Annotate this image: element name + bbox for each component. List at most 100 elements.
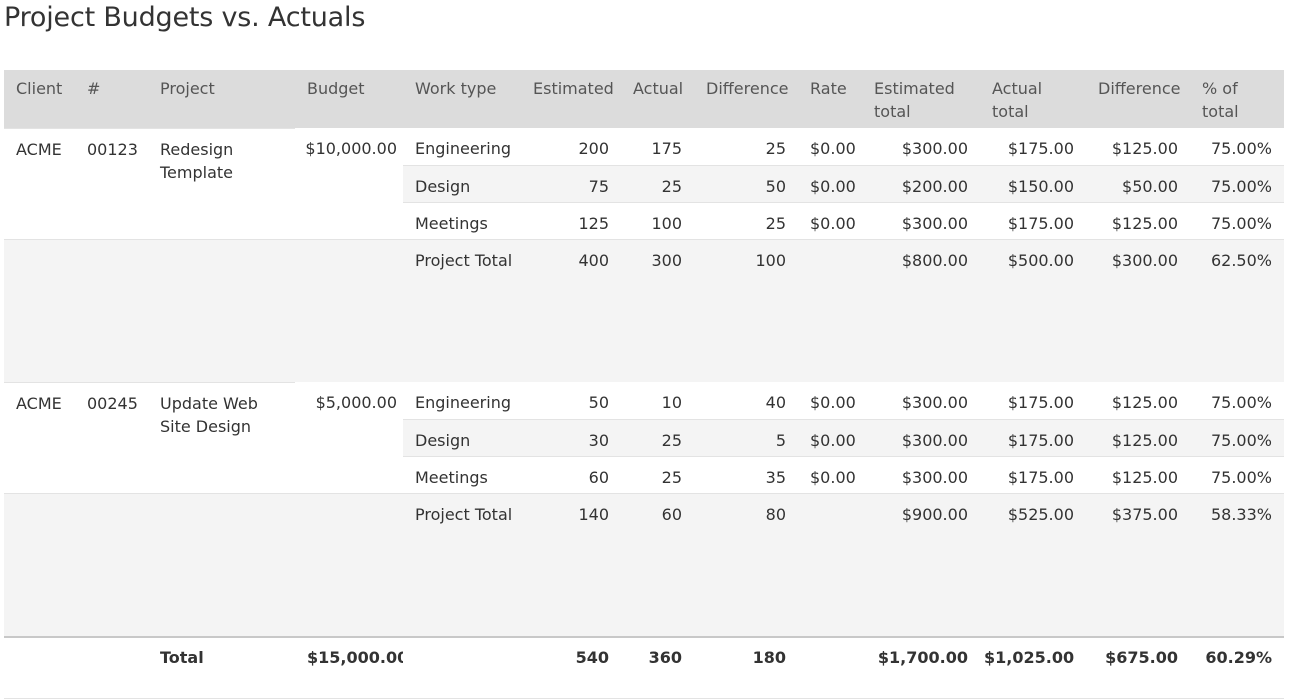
pct-of-total-cell-text: 75.00% — [1210, 213, 1272, 233]
project-total-estimated-total: $900.00 — [862, 492, 980, 637]
pct-of-total-cell-text: 75.00% — [1210, 430, 1272, 450]
grand-total-difference-value: 180 — [752, 647, 786, 667]
project-total-pct-of-total: 62.50% — [1190, 238, 1284, 382]
project-total-label-text: Project Total — [415, 504, 513, 524]
actual-total-cell-text: $150.00 — [1007, 176, 1074, 196]
estimated-total-cell-text: $300.00 — [901, 139, 968, 158]
client-cell: ACME — [4, 127, 75, 239]
column-header-estimated[interactable]: Estimated — [521, 70, 621, 128]
estimated-total-cell-text: $300.00 — [901, 393, 968, 412]
difference-total-cell: $125.00 — [1086, 455, 1190, 493]
difference-cell: 50 — [694, 164, 798, 202]
budget-cell-text: $5,000.00 — [315, 393, 397, 412]
client-cell: ACME — [4, 381, 75, 493]
estimated-total-cell: $200.00 — [862, 164, 980, 202]
project-total-spacer — [295, 492, 403, 637]
project-total-spacer — [148, 492, 295, 637]
work-type-cell-text: Engineering — [415, 139, 511, 158]
estimated-cell: 60 — [521, 455, 621, 493]
project-total-spacer — [148, 238, 295, 382]
project-total-actual: 300 — [621, 238, 694, 382]
actual-total-cell: $175.00 — [980, 201, 1086, 239]
pct-of-total-cell: 75.00% — [1190, 128, 1284, 165]
column-header-actual[interactable]: Actual — [621, 70, 694, 128]
pct-of-total-cell-text: 75.00% — [1210, 176, 1272, 196]
project-number-cell-text: 00245 — [87, 393, 138, 413]
project-total-rate-text — [798, 240, 862, 253]
column-header-rate[interactable]: Rate — [798, 70, 862, 128]
grand-total-budget: $15,000.00 — [295, 635, 403, 699]
actual-cell-text: 175 — [651, 139, 682, 158]
estimated-cell: 125 — [521, 201, 621, 239]
difference-cell: 25 — [694, 201, 798, 239]
actual-cell: 25 — [621, 164, 694, 202]
difference-cell-text: 40 — [765, 393, 786, 412]
rate-cell-text: $0.00 — [810, 213, 856, 233]
grand-total-spacer — [798, 635, 862, 699]
grand-total-estimated: 540 — [521, 635, 621, 699]
pct-of-total-cell: 75.00% — [1190, 455, 1284, 493]
table-row: ACME 00123 Redesign Template $10,000.00 Engi… — [4, 127, 1284, 239]
rate-cell: $0.00 — [798, 164, 862, 202]
grand-total-label: Total — [148, 635, 295, 699]
grand-total-actual-value: 360 — [648, 647, 682, 667]
estimated-cell-text: 60 — [588, 467, 609, 487]
difference-total-cell: $125.00 — [1086, 201, 1190, 239]
project-total-spacer — [75, 492, 148, 637]
column-header-number[interactable]: # — [75, 70, 148, 128]
rate-cell: $0.00 — [798, 201, 862, 239]
column-header-difference[interactable]: Difference — [694, 70, 798, 128]
work-type-cell: Engineering — [403, 382, 521, 419]
column-header-budget[interactable]: Budget — [295, 70, 403, 128]
project-name-cell-text: Update Web Site Design — [160, 393, 258, 436]
actual-total-cell: $175.00 — [980, 418, 1086, 456]
estimated-cell: 75 — [521, 164, 621, 202]
project-total-difference-text: 100 — [755, 250, 786, 270]
rate-cell-text: $0.00 — [810, 139, 856, 158]
column-header-pct-of-total[interactable]: % of total — [1190, 70, 1284, 128]
client-cell-text: ACME — [16, 393, 62, 413]
project-name-cell-text: Redesign Template — [160, 139, 234, 182]
estimated-cell-text: 75 — [588, 176, 609, 196]
project-total-rate-text — [798, 494, 862, 507]
grand-total-row: Total $15,000.00 540 360 180 $1,700.00 $… — [4, 635, 1284, 699]
grand-total-pct-of-total-value: 60.29% — [1205, 647, 1272, 667]
table-body: ACME 00123 Redesign Template $10,000.00 Engi… — [4, 127, 1284, 637]
project-total-estimated-total-text: $800.00 — [901, 250, 968, 270]
estimated-cell-text: 50 — [588, 393, 609, 412]
project-total-difference-total: $375.00 — [1086, 492, 1190, 637]
grand-total-actual-total-value: $1,025.00 — [984, 647, 1075, 667]
column-header-work-type[interactable]: Work type — [403, 70, 521, 128]
work-type-cell-text: Engineering — [415, 393, 511, 412]
project-total-pct-of-total-text: 62.50% — [1210, 250, 1272, 270]
work-type-cell: Design — [403, 418, 521, 456]
column-header-project[interactable]: Project — [148, 70, 295, 128]
project-total-difference-text: 80 — [765, 504, 786, 524]
project-total-pct-of-total: 58.33% — [1190, 492, 1284, 637]
project-total-label: Project Total — [403, 492, 521, 637]
grand-total-actual: 360 — [621, 635, 694, 699]
rate-cell-text: $0.00 — [810, 176, 856, 196]
estimated-total-cell: $300.00 — [862, 418, 980, 456]
work-type-cell: Meetings — [403, 201, 521, 239]
column-header-difference-total[interactable]: Difference — [1086, 70, 1190, 128]
estimated-total-cell: $300.00 — [862, 382, 980, 419]
actual-total-cell-text: $175.00 — [1007, 430, 1074, 450]
rate-cell-text: $0.00 — [810, 430, 856, 450]
difference-cell-text: 25 — [765, 139, 786, 158]
difference-total-cell: $125.00 — [1086, 418, 1190, 456]
actual-cell-text: 25 — [661, 430, 682, 450]
difference-cell: 5 — [694, 418, 798, 456]
grand-total-difference: 180 — [694, 635, 798, 699]
column-header-client[interactable]: Client — [4, 70, 75, 128]
project-name-cell: Update Web Site Design — [148, 381, 295, 493]
project-total-difference-total-text: $300.00 — [1111, 250, 1178, 270]
actual-total-cell: $175.00 — [980, 128, 1086, 165]
estimated-total-cell: $300.00 — [862, 128, 980, 165]
column-header-estimated-total[interactable]: Estimated total — [862, 70, 980, 128]
column-header-actual-total[interactable]: Actual total — [980, 70, 1086, 128]
work-type-cell-text: Design — [415, 176, 471, 196]
project-name-cell: Redesign Template — [148, 127, 295, 239]
budget-report-table: Client # Project Budget Work type Estima… — [4, 70, 1284, 699]
work-type-cell-text: Meetings — [415, 213, 488, 233]
